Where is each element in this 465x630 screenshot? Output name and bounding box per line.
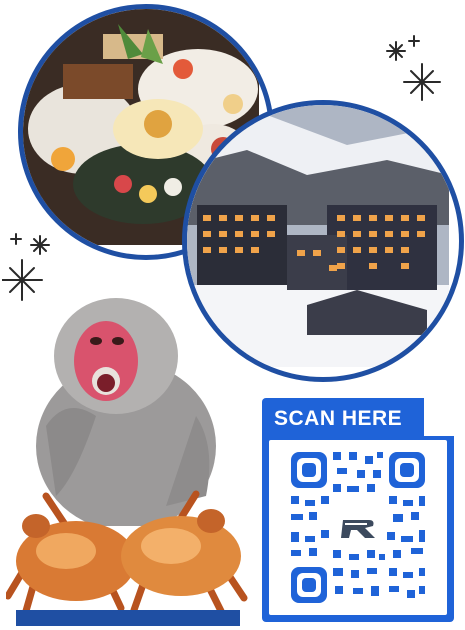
qr-code-card[interactable]: SCAN HERE [262,398,454,622]
scan-here-label: SCAN HERE [270,404,424,434]
sparkle-icon [2,233,50,301]
hairy-crab-illustration [6,490,248,614]
qr-code-panel [269,440,447,615]
snowy-hotel-illustration [187,105,449,367]
r-logo-icon [337,508,379,546]
sparkle-icon [386,35,441,101]
qr-card-corner-tab [424,398,454,436]
qr-code[interactable] [269,440,447,615]
bottom-accent-bar [16,610,240,626]
